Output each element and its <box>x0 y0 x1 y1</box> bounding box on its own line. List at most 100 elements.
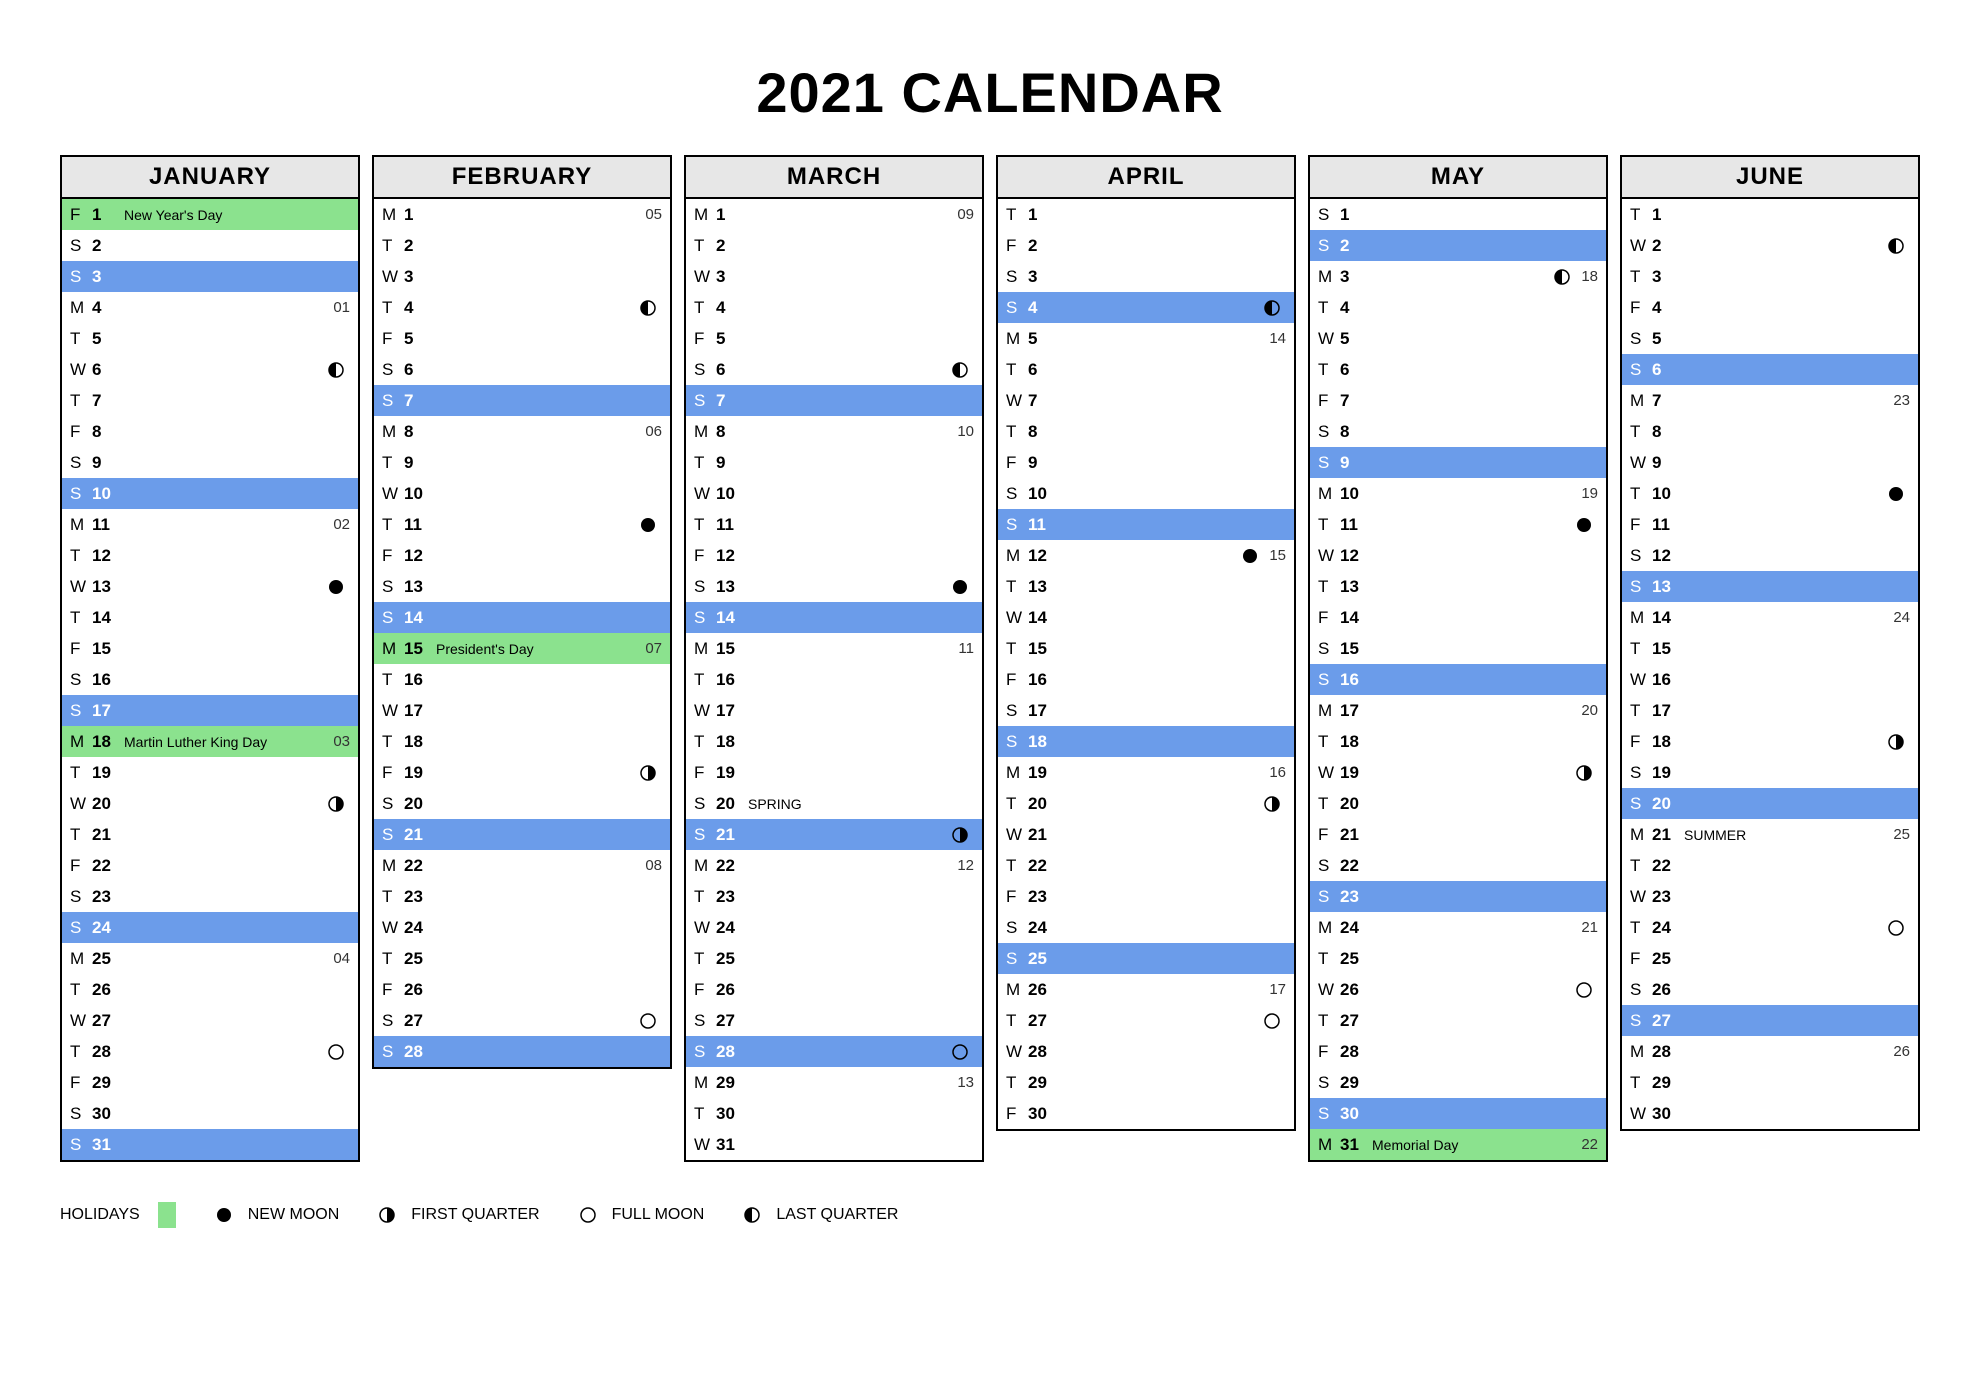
day-row: S15 <box>1310 633 1606 664</box>
day-row: M1215 <box>998 540 1294 571</box>
day-row: M18Martin Luther King Day03 <box>62 726 358 757</box>
day-number: 13 <box>1340 577 1368 597</box>
day-number: 23 <box>404 887 432 907</box>
day-of-week: W <box>1006 391 1028 411</box>
day-of-week: M <box>1630 391 1652 411</box>
day-row: S14 <box>686 602 982 633</box>
first-moon-icon <box>952 827 968 843</box>
day-number: 6 <box>404 360 432 380</box>
day-number: 28 <box>1340 1042 1368 1062</box>
day-number: 2 <box>1652 236 1680 256</box>
day-row: S27 <box>686 1005 982 1036</box>
day-of-week: T <box>1318 1011 1340 1031</box>
day-number: 30 <box>716 1104 744 1124</box>
week-number: 18 <box>1576 268 1598 285</box>
new-moon-icon <box>328 579 344 595</box>
month-header: APRIL <box>998 157 1294 199</box>
month-column: MARCHM109T2W3T4F5S6S7M810T9W10T11F12S13S… <box>684 155 984 1162</box>
day-row: T23 <box>686 881 982 912</box>
day-number: 3 <box>716 267 744 287</box>
day-of-week: S <box>1630 794 1652 814</box>
day-of-week: M <box>1630 1042 1652 1062</box>
day-row: T2 <box>374 230 670 261</box>
day-number: 21 <box>1340 825 1368 845</box>
day-row: S20SPRING <box>686 788 982 819</box>
day-number: 21 <box>92 825 120 845</box>
day-row: S27 <box>1622 1005 1918 1036</box>
month-column: JANUARYF1New Year's DayS2S3M401T5W6T7F8S… <box>60 155 360 1162</box>
day-of-week: S <box>1630 577 1652 597</box>
day-of-week: T <box>70 825 92 845</box>
day-of-week: W <box>694 701 716 721</box>
day-row: T8 <box>998 416 1294 447</box>
week-number: 24 <box>1888 609 1910 626</box>
day-of-week: F <box>1006 453 1028 473</box>
day-of-week: T <box>694 515 716 535</box>
day-of-week: F <box>1006 236 1028 256</box>
day-row: S3 <box>998 261 1294 292</box>
day-row: T9 <box>686 447 982 478</box>
day-number: 25 <box>1652 949 1680 969</box>
day-row: T25 <box>1310 943 1606 974</box>
day-number: 2 <box>1340 236 1368 256</box>
day-of-week: M <box>1630 608 1652 628</box>
day-number: 26 <box>1028 980 1056 1000</box>
day-of-week: S <box>70 267 92 287</box>
day-row: T21 <box>62 819 358 850</box>
day-number: 26 <box>92 980 120 1000</box>
day-number: 6 <box>1028 360 1056 380</box>
day-row: S21 <box>686 819 982 850</box>
day-number: 20 <box>1028 794 1056 814</box>
day-of-week: S <box>1318 639 1340 659</box>
day-number: 10 <box>404 484 432 504</box>
day-number: 16 <box>716 670 744 690</box>
last-moon-icon <box>328 362 344 378</box>
day-of-week: T <box>1630 856 1652 876</box>
day-number: 1 <box>1340 205 1368 225</box>
day-row: S30 <box>1310 1098 1606 1129</box>
day-row: T13 <box>1310 571 1606 602</box>
day-of-week: M <box>1318 701 1340 721</box>
last-moon-icon <box>640 300 656 316</box>
new-moon-icon <box>1888 486 1904 502</box>
day-number: 25 <box>404 949 432 969</box>
day-number: 15 <box>92 639 120 659</box>
day-of-week: T <box>1006 205 1028 225</box>
day-row: M401 <box>62 292 358 323</box>
day-number: 4 <box>716 298 744 318</box>
day-row: S10 <box>62 478 358 509</box>
full-moon-icon <box>580 1207 596 1223</box>
day-of-week: F <box>382 329 404 349</box>
day-row: T9 <box>374 447 670 478</box>
day-number: 20 <box>1652 794 1680 814</box>
day-of-week: T <box>1318 577 1340 597</box>
day-of-week: W <box>382 484 404 504</box>
day-of-week: F <box>1318 825 1340 845</box>
day-of-week: F <box>1630 298 1652 318</box>
day-number: 4 <box>1028 298 1056 318</box>
day-row: T26 <box>62 974 358 1005</box>
day-of-week: S <box>694 1011 716 1031</box>
day-of-week: M <box>382 205 404 225</box>
day-number: 2 <box>92 236 120 256</box>
legend-first-quarter-label: FIRST QUARTER <box>411 1206 539 1224</box>
day-row: T8 <box>1622 416 1918 447</box>
day-label: SPRING <box>748 796 802 812</box>
day-row: S22 <box>1310 850 1606 881</box>
month-header: JUNE <box>1622 157 1918 199</box>
day-row: F26 <box>686 974 982 1005</box>
day-number: 31 <box>92 1135 120 1155</box>
day-of-week: F <box>70 856 92 876</box>
day-row: F28 <box>1310 1036 1606 1067</box>
day-number: 5 <box>1340 329 1368 349</box>
day-of-week: M <box>694 639 716 659</box>
new-moon-icon <box>640 517 656 533</box>
last-moon-icon <box>1264 300 1280 316</box>
day-number: 23 <box>716 887 744 907</box>
day-row: T6 <box>998 354 1294 385</box>
first-moon-icon <box>640 765 656 781</box>
day-number: 14 <box>404 608 432 628</box>
day-of-week: W <box>1630 670 1652 690</box>
day-number: 8 <box>1652 422 1680 442</box>
week-number: 08 <box>640 857 662 874</box>
